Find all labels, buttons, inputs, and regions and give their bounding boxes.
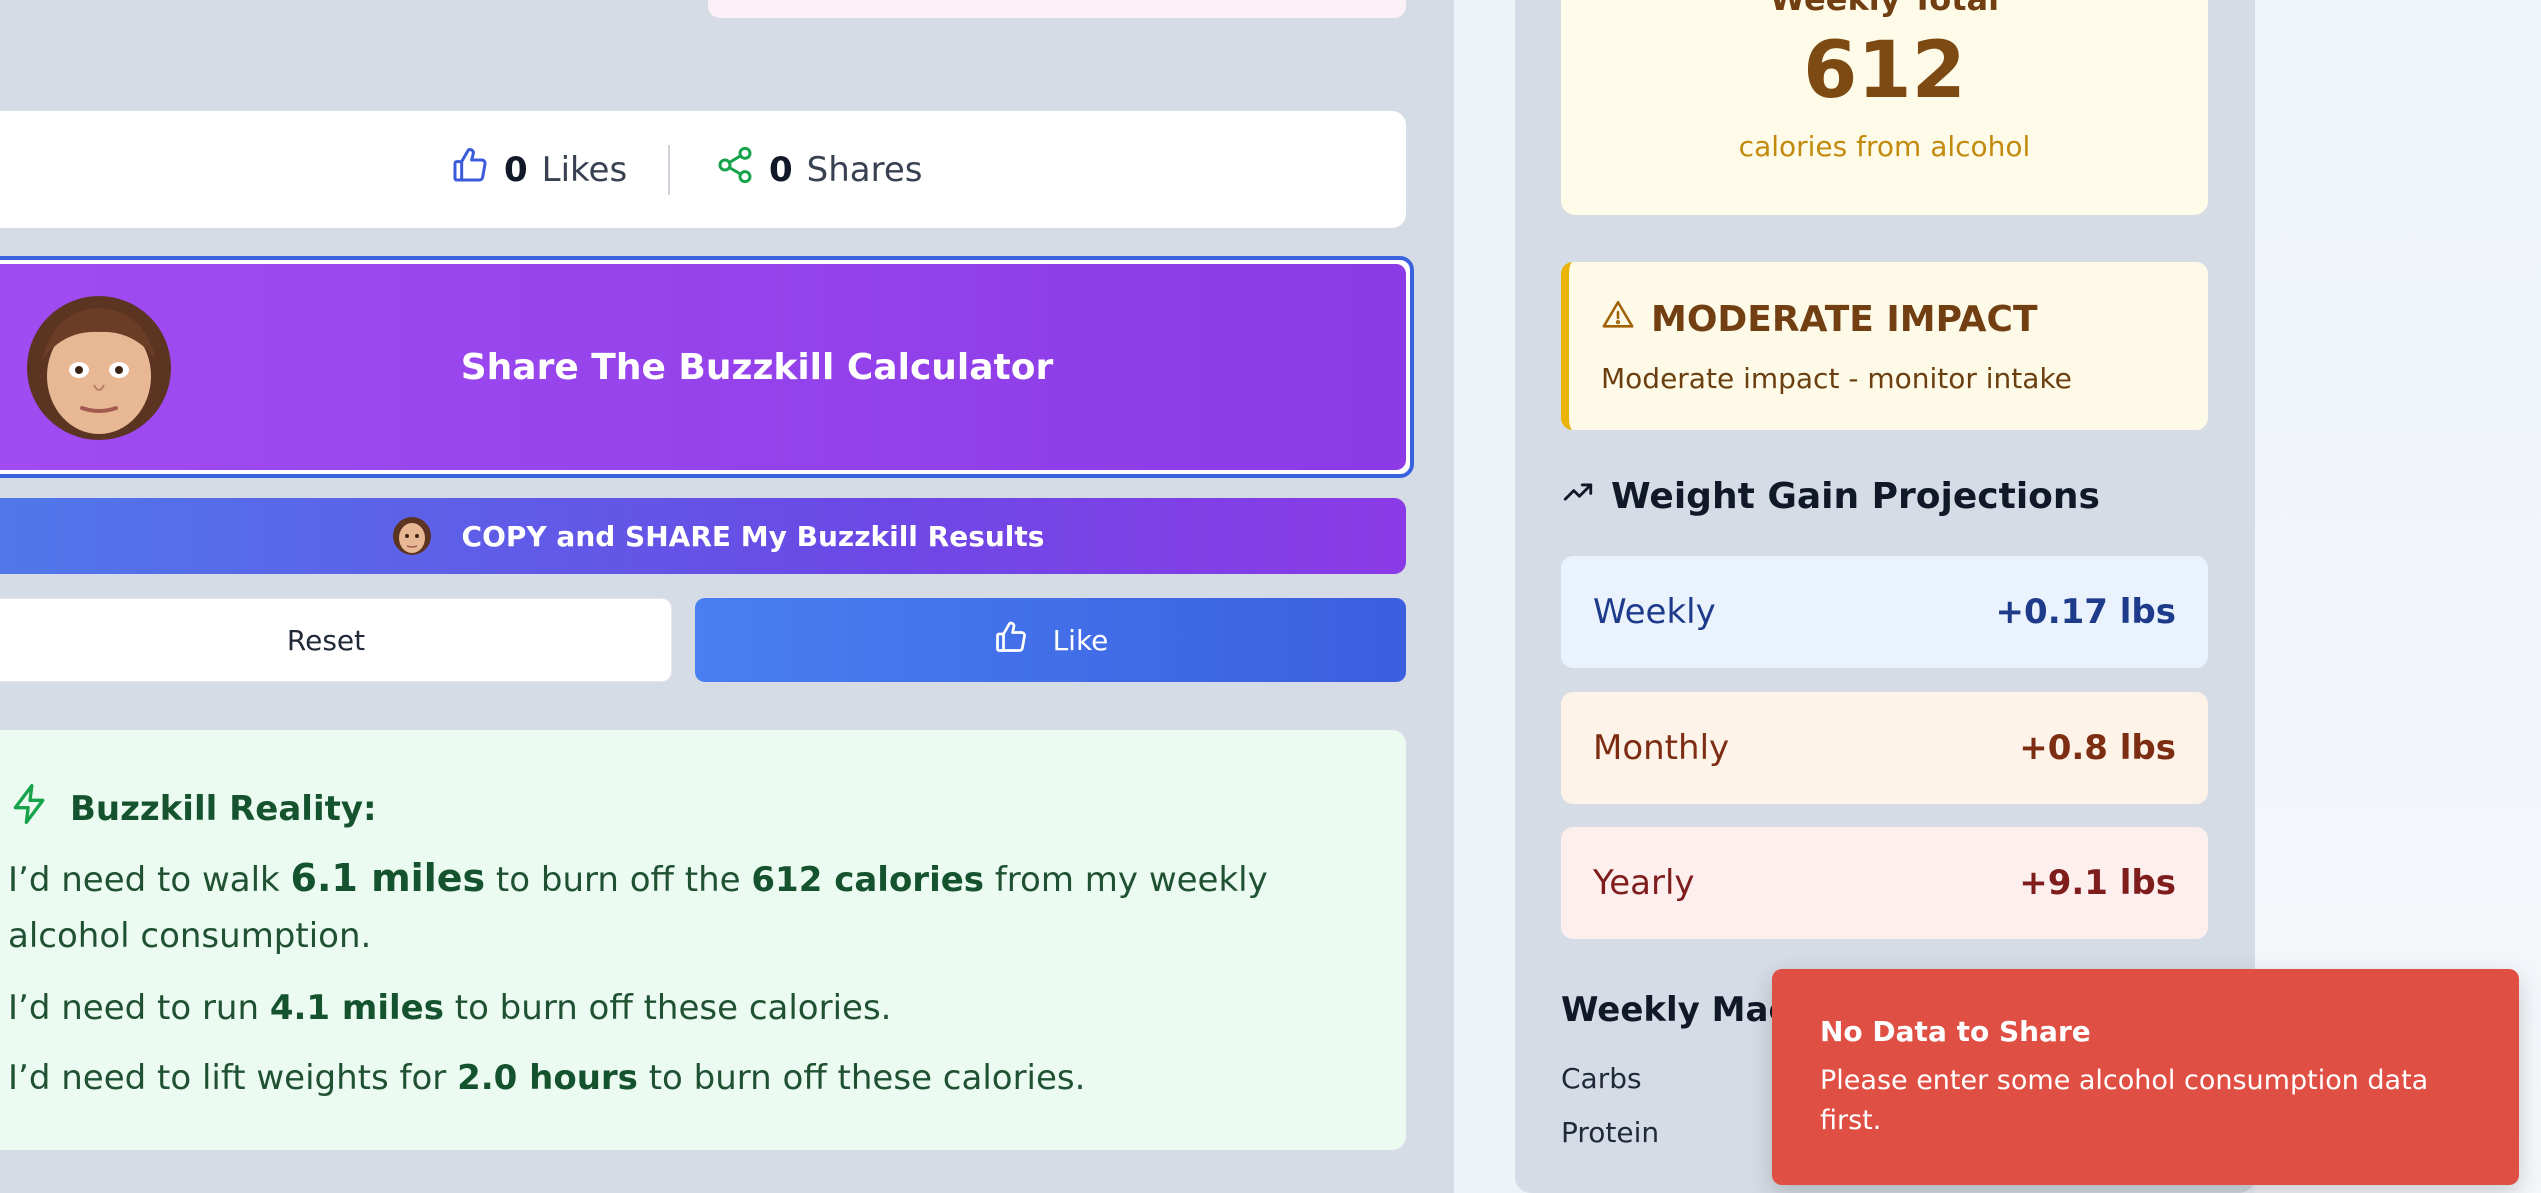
toast-title: No Data to Share xyxy=(1820,1015,2091,1048)
projection-weekly: Weekly +0.17 lbs xyxy=(1561,556,2208,668)
previous-card xyxy=(708,0,1406,18)
thumbs-up-icon xyxy=(993,619,1029,662)
macros-heading: Weekly Macr xyxy=(1561,990,1806,1030)
impact-card: MODERATE IMPACT Moderate impact - monito… xyxy=(1561,262,2208,430)
run-distance: 4.1 miles xyxy=(269,988,444,1028)
reset-label: Reset xyxy=(286,623,366,657)
shares-label: Shares xyxy=(806,149,923,190)
projection-value: +9.1 lbs xyxy=(2019,863,2176,903)
impact-heading: MODERATE IMPACT xyxy=(1601,298,2038,341)
like-label: Like xyxy=(1052,623,1109,657)
weekly-total-value: 612 xyxy=(1803,26,1966,116)
walk-statement: I’d need to walk 6.1 miles to burn off t… xyxy=(8,856,1268,956)
projection-value: +0.17 lbs xyxy=(1995,592,2176,632)
projection-label: Weekly xyxy=(1593,592,1716,632)
reality-heading: Buzzkill Reality: xyxy=(8,782,377,835)
lift-statement: I’d need to lift weights for 2.0 hours t… xyxy=(8,1058,1086,1098)
projection-label: Yearly xyxy=(1593,863,1695,903)
projection-monthly: Monthly +0.8 lbs xyxy=(1561,692,2208,804)
mascot-face-icon xyxy=(392,517,431,555)
share-icon xyxy=(715,145,755,194)
buzzkill-reality-card: Buzzkill Reality: I’d need to walk 6.1 m… xyxy=(0,730,1406,1150)
toast-message: Please enter some alcohol consumption da… xyxy=(1820,1065,2429,1136)
macro-protein: Protein xyxy=(1561,1116,1660,1149)
projection-value: +0.8 lbs xyxy=(2019,728,2176,768)
share-calculator-title: Share The Buzzkill Calculator xyxy=(460,346,1054,388)
share-calculator-inner: Share The Buzzkill Calculator xyxy=(0,264,1406,470)
thumbs-up-icon xyxy=(450,145,490,194)
mascot-face-avatar xyxy=(27,296,171,440)
engagement-bar: 0 Likes 0 Shares xyxy=(0,111,1406,228)
shares-count: 0 xyxy=(769,149,793,190)
lightning-icon xyxy=(8,782,52,835)
projection-label: Monthly xyxy=(1593,728,1730,768)
warning-icon xyxy=(1601,298,1635,341)
impact-title: MODERATE IMPACT xyxy=(1651,299,2038,340)
weekly-total-subtitle: calories from alcohol xyxy=(1738,130,2031,163)
macro-carbs: Carbs xyxy=(1561,1062,1642,1095)
share-calculator-button[interactable]: Share The Buzzkill Calculator xyxy=(0,256,1414,478)
walk-distance: 6.1 miles xyxy=(290,856,486,900)
weekly-total-card: Weekly Total 612 calories from alcohol xyxy=(1561,0,2208,215)
reality-title: Buzzkill Reality: xyxy=(70,788,377,829)
lift-duration: 2.0 hours xyxy=(457,1058,638,1098)
stat-divider xyxy=(668,145,670,195)
projections-title: Weight Gain Projections xyxy=(1611,476,2100,517)
likes-count: 0 xyxy=(504,149,528,190)
like-button[interactable]: Like xyxy=(695,598,1406,682)
run-statement: I’d need to run 4.1 miles to burn off th… xyxy=(8,988,892,1028)
likes-stat[interactable]: 0 Likes xyxy=(450,111,627,228)
projection-yearly: Yearly +9.1 lbs xyxy=(1561,827,2208,939)
likes-label: Likes xyxy=(541,149,628,190)
copy-share-label: COPY and SHARE My Buzzkill Results xyxy=(461,519,1045,553)
copy-share-results-button[interactable]: COPY and SHARE My Buzzkill Results xyxy=(0,498,1406,574)
error-toast[interactable]: No Data to Share Please enter some alcoh… xyxy=(1772,969,2519,1185)
walk-calories: 612 calories xyxy=(751,860,985,900)
shares-stat[interactable]: 0 Shares xyxy=(715,111,923,228)
reset-button[interactable]: Reset xyxy=(0,598,672,682)
impact-description: Moderate impact - monitor intake xyxy=(1601,362,2072,395)
trending-up-icon xyxy=(1561,475,1595,518)
weekly-total-label: Weekly Total xyxy=(1561,0,2208,18)
projections-heading: Weight Gain Projections xyxy=(1561,475,2100,518)
